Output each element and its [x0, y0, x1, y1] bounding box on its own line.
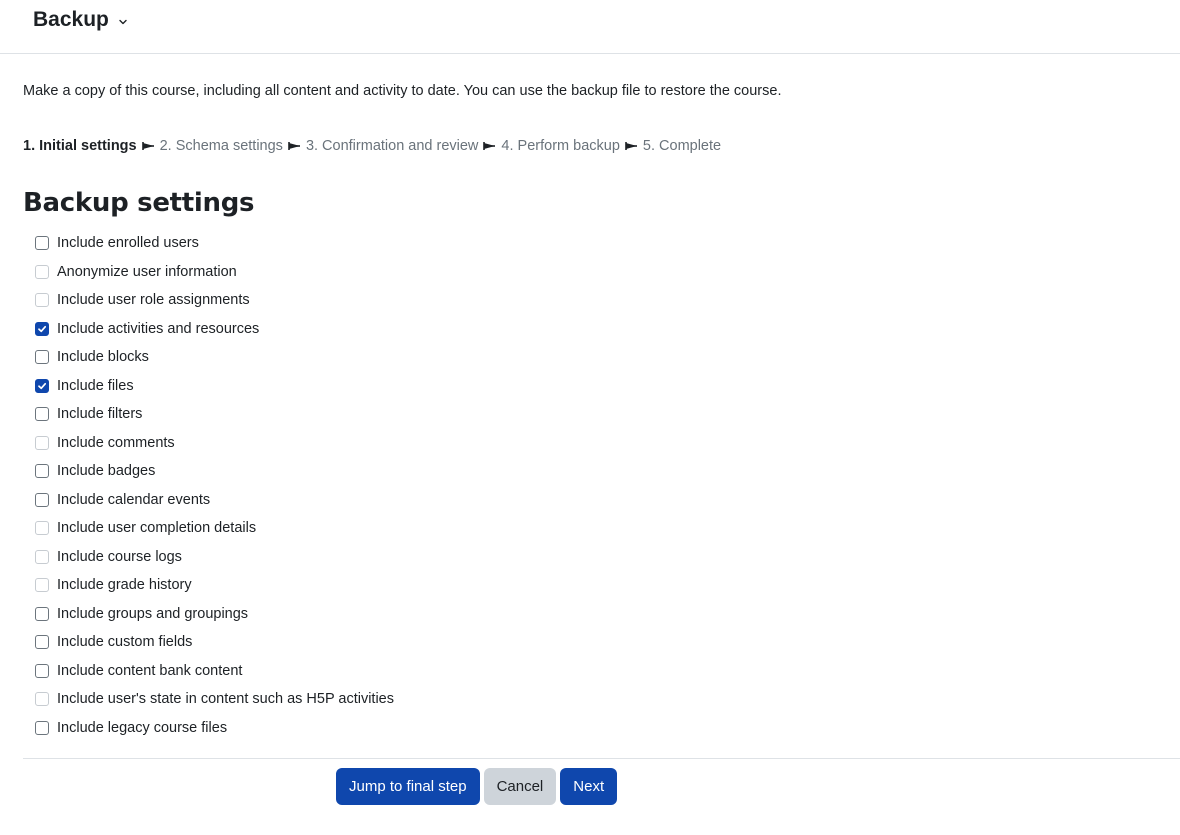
setting-label: Include content bank content [57, 662, 243, 679]
setting-option: Include files [35, 372, 635, 401]
setting-label: Include blocks [57, 349, 149, 366]
setting-option: Include user role assignments [35, 286, 635, 315]
setting-label: Include comments [57, 434, 175, 451]
cancel-button[interactable]: Cancel [483, 768, 557, 805]
intro-text: Make a copy of this course, including al… [23, 83, 782, 99]
setting-checkbox [35, 521, 49, 536]
setting-checkbox[interactable] [35, 606, 49, 621]
setting-label: Include user completion details [57, 520, 257, 537]
setting-label: Include user role assignments [57, 292, 250, 309]
setting-label: Include course logs [57, 548, 182, 565]
setting-option: Include enrolled users [35, 229, 635, 258]
setting-checkbox[interactable] [35, 236, 49, 251]
next-button[interactable]: Next [560, 768, 618, 805]
setting-option: Anonymize user information [35, 258, 635, 287]
setting-label: Include calendar events [57, 491, 211, 508]
backup-menu-toggle[interactable]: Backup [33, 8, 128, 32]
setting-label: Include groups and groupings [57, 605, 249, 622]
setting-option: Include content bank content [35, 657, 635, 686]
setting-checkbox [35, 293, 49, 308]
setting-checkbox [35, 549, 49, 564]
step-separator-icon [625, 142, 637, 150]
step-separator-icon [141, 142, 154, 150]
page-title: Backup [33, 8, 109, 31]
setting-option: Include custom fields [35, 628, 635, 657]
setting-option: Include grade history [35, 571, 635, 600]
checkmark-icon [38, 382, 47, 389]
setting-option: Include legacy course files [35, 714, 635, 743]
setting-label: Include badges [57, 463, 156, 480]
setting-option: Include user's state in content such as … [35, 685, 635, 714]
setting-option: Include calendar events [35, 486, 635, 515]
step-separator-icon [288, 142, 300, 150]
setting-checkbox[interactable] [35, 720, 49, 735]
setting-option: Include filters [35, 400, 635, 429]
setting-label: Include files [57, 377, 134, 394]
page-header: Backup [0, 0, 1180, 54]
step-5: 5. Complete [642, 138, 722, 154]
setting-checkbox [35, 578, 49, 593]
setting-checkbox[interactable] [35, 635, 49, 650]
setting-checkbox [35, 692, 49, 707]
setting-checkbox[interactable] [35, 464, 49, 479]
form-buttons: Jump to final step Cancel Next [336, 768, 618, 805]
checkmark-icon [38, 325, 47, 332]
setting-label: Include filters [57, 406, 143, 423]
chevron-down-icon [119, 19, 127, 24]
setting-checkbox[interactable] [35, 321, 49, 336]
step-1: 1. Initial settings [23, 138, 137, 154]
progress-steps: 1. Initial settings 2. Schema settings 3. … [23, 138, 721, 154]
setting-checkbox[interactable] [35, 350, 49, 365]
setting-option: Include comments [35, 429, 635, 458]
setting-label: Include enrolled users [57, 235, 199, 252]
setting-option: Include course logs [35, 543, 635, 572]
setting-option: Include activities and resources [35, 315, 635, 344]
section-title: Backup settings [23, 188, 255, 218]
step-separator-icon [483, 142, 496, 150]
step-2: 2. Schema settings [159, 138, 283, 154]
setting-checkbox [35, 435, 49, 450]
setting-option: Include blocks [35, 343, 635, 372]
setting-label: Include legacy course files [57, 719, 228, 736]
setting-checkbox[interactable] [35, 378, 49, 393]
setting-option: Include user completion details [35, 514, 635, 543]
divider [23, 758, 1180, 759]
setting-checkbox[interactable] [35, 663, 49, 678]
setting-label: Include activities and resources [57, 320, 260, 337]
jump-to-final-step-button[interactable]: Jump to final step [336, 768, 480, 805]
setting-label: Include grade history [57, 577, 192, 594]
setting-checkbox [35, 264, 49, 279]
step-4: 4. Perform backup [501, 138, 620, 154]
setting-option: Include groups and groupings [35, 600, 635, 629]
setting-label: Include custom fields [57, 634, 193, 651]
setting-checkbox[interactable] [35, 492, 49, 507]
step-3: 3. Confirmation and review [305, 138, 479, 154]
setting-label: Include user's state in content such as … [57, 691, 394, 708]
backup-settings-list: Include enrolled users Anonymize user inf… [35, 229, 635, 742]
setting-option: Include badges [35, 457, 635, 486]
setting-checkbox[interactable] [35, 407, 49, 422]
setting-label: Anonymize user information [57, 263, 237, 280]
